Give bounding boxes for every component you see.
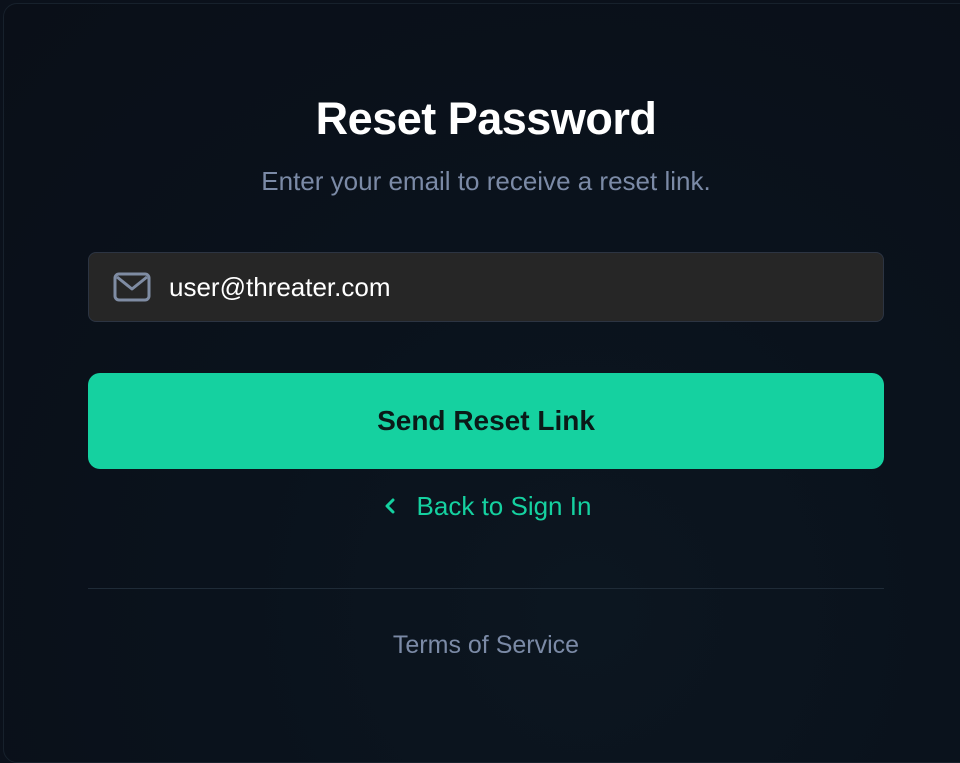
reset-password-card: Reset Password Enter your email to recei… [3, 3, 960, 763]
email-input[interactable] [169, 271, 849, 303]
send-reset-link-button[interactable]: Send Reset Link [88, 373, 884, 469]
terms-of-service-link[interactable]: Terms of Service [88, 628, 884, 662]
page-subtitle: Enter your email to receive a reset link… [261, 166, 711, 196]
divider [88, 588, 884, 589]
mail-icon [113, 271, 151, 303]
chevron-left-icon [381, 497, 399, 515]
back-to-sign-in-label: Back to Sign In [416, 491, 592, 521]
email-field[interactable] [88, 252, 884, 322]
page-title: Reset Password [315, 93, 657, 144]
back-to-sign-in-link[interactable]: Back to Sign In [88, 488, 884, 524]
